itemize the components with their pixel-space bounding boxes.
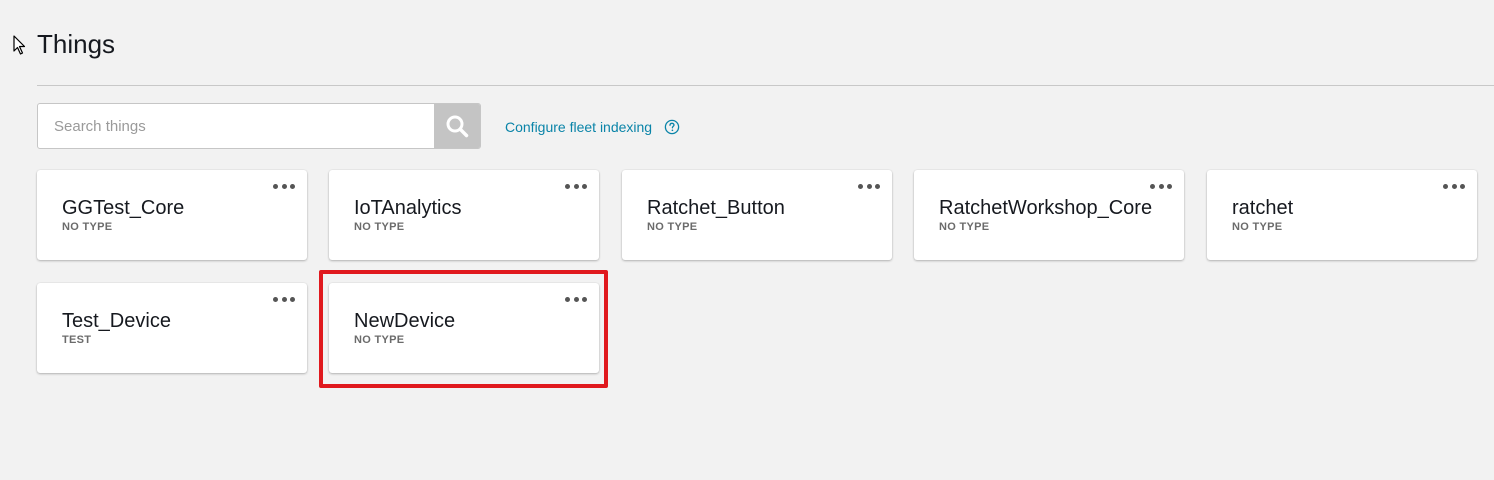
search-bar bbox=[37, 103, 481, 149]
more-horizontal-icon[interactable] bbox=[1443, 179, 1465, 193]
thing-type: NO TYPE bbox=[62, 221, 113, 233]
search-button[interactable] bbox=[434, 104, 480, 148]
thing-name[interactable]: IoTAnalytics bbox=[354, 196, 461, 220]
more-horizontal-icon[interactable] bbox=[565, 292, 587, 306]
thing-name[interactable]: Test_Device bbox=[62, 309, 171, 333]
thing-card[interactable]: RatchetWorkshop_Core NO TYPE bbox=[914, 170, 1184, 260]
more-horizontal-icon[interactable] bbox=[565, 179, 587, 193]
thing-card[interactable]: IoTAnalytics NO TYPE bbox=[329, 170, 599, 260]
more-horizontal-icon[interactable] bbox=[1150, 179, 1172, 193]
thing-name[interactable]: ratchet bbox=[1232, 196, 1293, 220]
configure-fleet-indexing-link[interactable]: Configure fleet indexing bbox=[505, 119, 652, 135]
search-icon bbox=[446, 115, 469, 138]
title-divider bbox=[37, 85, 1494, 86]
help-circle-icon[interactable] bbox=[664, 119, 680, 135]
page-title: Things bbox=[37, 29, 116, 59]
thing-type: NO TYPE bbox=[1232, 221, 1283, 233]
thing-name[interactable]: Ratchet_Button bbox=[647, 196, 785, 220]
thing-type: NO TYPE bbox=[354, 221, 405, 233]
thing-card[interactable]: GGTest_Core NO TYPE bbox=[37, 170, 307, 260]
more-horizontal-icon[interactable] bbox=[273, 292, 295, 306]
thing-card[interactable]: ratchet NO TYPE bbox=[1207, 170, 1477, 260]
thing-name[interactable]: GGTest_Core bbox=[62, 196, 184, 220]
things-page: Things Configure fleet indexing GGTest_C… bbox=[0, 0, 1494, 480]
thing-type: NO TYPE bbox=[939, 221, 990, 233]
more-horizontal-icon[interactable] bbox=[273, 179, 295, 193]
thing-type: NO TYPE bbox=[354, 334, 405, 346]
thing-name[interactable]: RatchetWorkshop_Core bbox=[939, 196, 1152, 220]
more-horizontal-icon[interactable] bbox=[858, 179, 880, 193]
thing-card-newdevice[interactable]: NewDevice NO TYPE bbox=[329, 283, 599, 373]
thing-name[interactable]: NewDevice bbox=[354, 309, 455, 333]
mouse-pointer-icon bbox=[13, 35, 26, 55]
thing-type: NO TYPE bbox=[647, 221, 698, 233]
thing-card[interactable]: Test_Device TEST bbox=[37, 283, 307, 373]
search-input[interactable] bbox=[38, 104, 436, 148]
thing-type: TEST bbox=[62, 334, 92, 346]
thing-card[interactable]: Ratchet_Button NO TYPE bbox=[622, 170, 892, 260]
